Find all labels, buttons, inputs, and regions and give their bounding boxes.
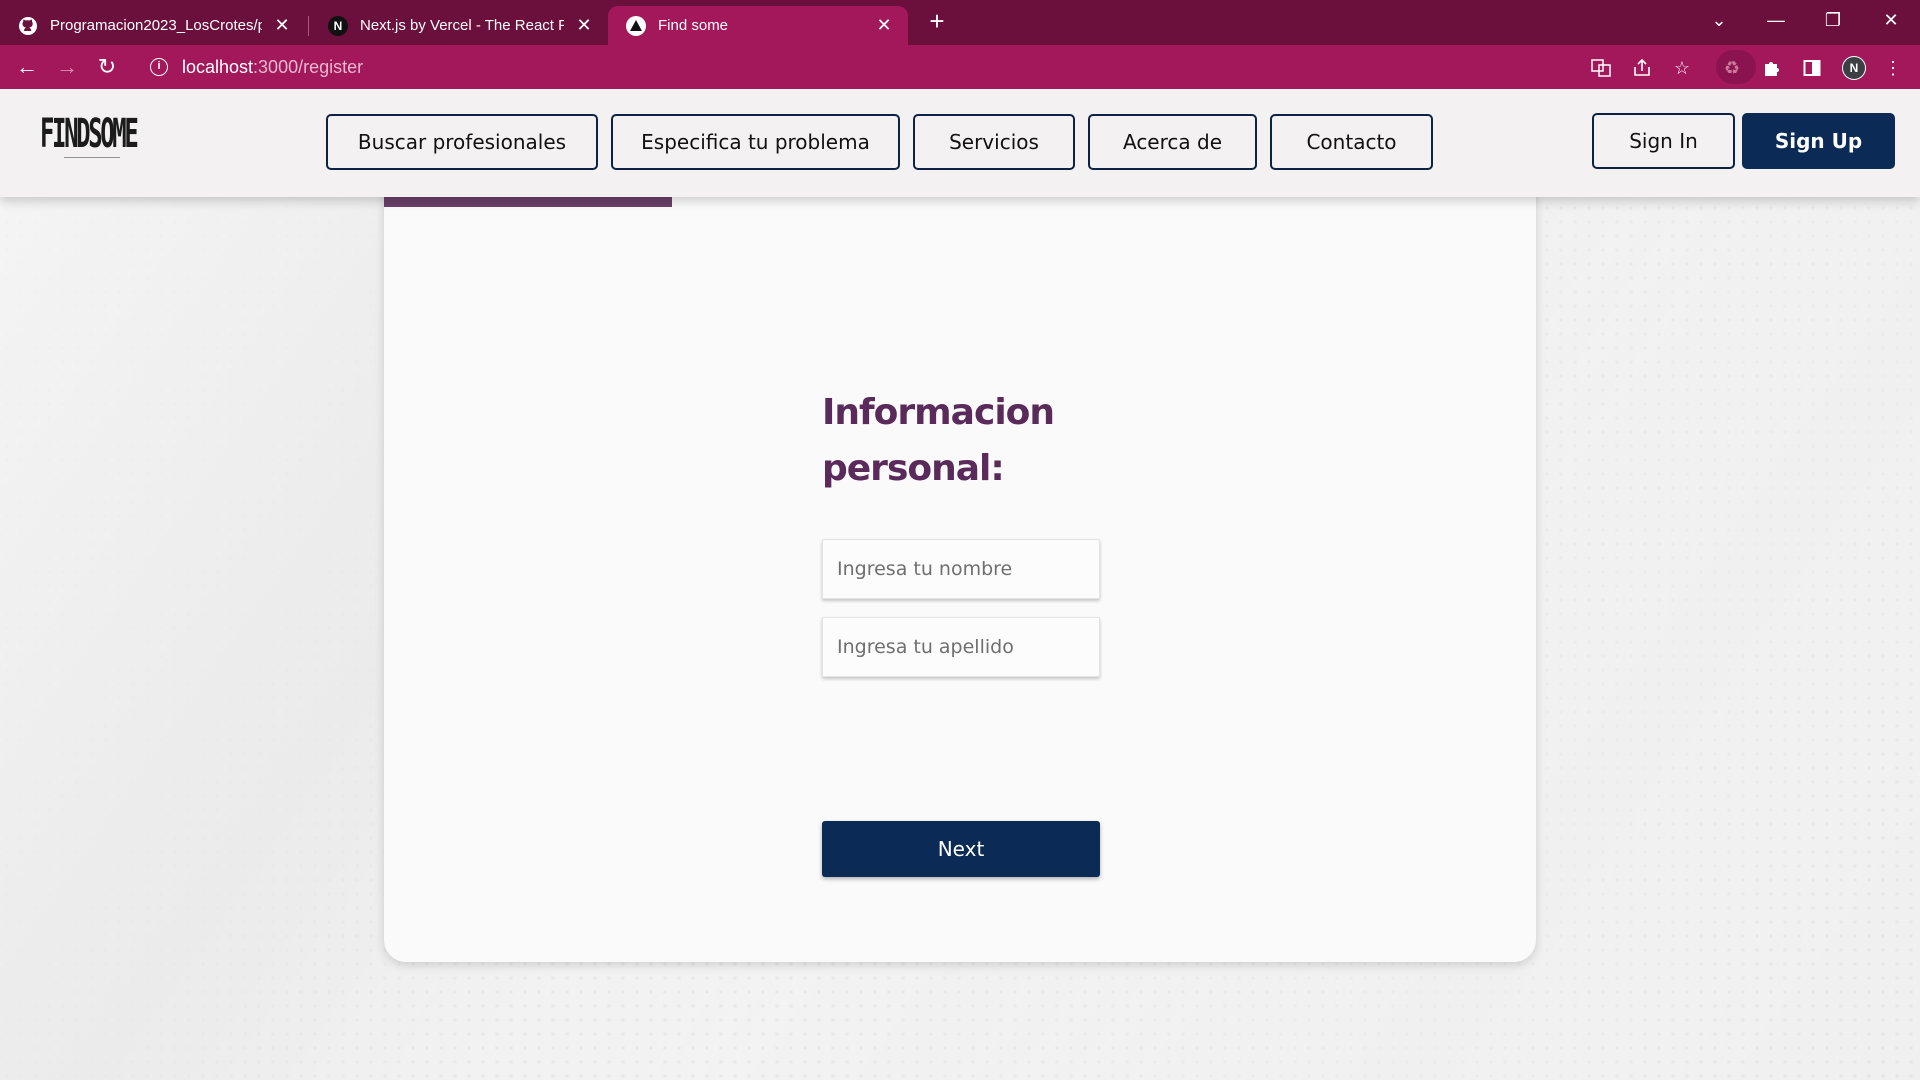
- browser-toolbar: ← → ↻ i localhost:3000/register ☆ ♻ N ⋮: [0, 45, 1920, 89]
- tab-title: Programacion2023_LosCrotes/pr: [50, 17, 262, 34]
- tab-search-icon[interactable]: ⌄: [1694, 0, 1744, 40]
- next-button[interactable]: Next: [822, 821, 1100, 877]
- share-icon[interactable]: [1629, 55, 1655, 81]
- minimize-icon[interactable]: —: [1751, 0, 1801, 40]
- github-icon: [18, 16, 38, 36]
- sign-in-button[interactable]: Sign In: [1592, 113, 1735, 169]
- more-menu-icon[interactable]: ⋮: [1880, 55, 1906, 81]
- browser-tab-findsome[interactable]: Find some ✕: [608, 6, 908, 45]
- tab-separator: [308, 16, 309, 36]
- restore-icon[interactable]: ❐: [1808, 0, 1858, 40]
- reload-icon[interactable]: ↻: [93, 53, 121, 81]
- translate-icon[interactable]: [1588, 55, 1614, 81]
- last-name-input[interactable]: [822, 617, 1100, 677]
- new-tab-button[interactable]: +: [922, 6, 952, 36]
- tab-title: Find some: [658, 17, 729, 34]
- site-info-icon[interactable]: i: [150, 58, 168, 76]
- url-path: :3000/register: [253, 56, 364, 77]
- profile-avatar[interactable]: N: [1842, 56, 1866, 80]
- site-header: FINDSOME Buscar profesionales Especifica…: [0, 89, 1920, 197]
- window-close-icon[interactable]: ✕: [1866, 0, 1916, 40]
- close-icon[interactable]: ✕: [574, 15, 594, 36]
- page-viewport: FINDSOME Buscar profesionales Especifica…: [0, 89, 1920, 1080]
- triangle-icon: [626, 15, 646, 36]
- nav-acerca-de[interactable]: Acerca de: [1088, 114, 1257, 170]
- extensions-puzzle-icon[interactable]: [1759, 55, 1785, 81]
- logo-wordmark: FINDSOME: [40, 111, 139, 157]
- side-panel-icon[interactable]: [1799, 55, 1825, 81]
- forward-arrow-icon[interactable]: →: [53, 53, 81, 81]
- browser-tab-nextjs[interactable]: N Next.js by Vercel - The React Fran ✕: [310, 6, 608, 45]
- close-icon[interactable]: ✕: [874, 15, 894, 36]
- nav-contacto[interactable]: Contacto: [1270, 114, 1433, 170]
- findsome-logo[interactable]: FINDSOME: [40, 111, 144, 173]
- nav-especifica-problema[interactable]: Especifica tu problema: [611, 114, 900, 170]
- form-title: Informacion personal:: [822, 392, 1055, 489]
- close-icon[interactable]: ✕: [272, 15, 292, 36]
- address-bar[interactable]: i localhost:3000/register: [138, 50, 1708, 84]
- logo-tagline-mark: [64, 157, 120, 163]
- back-arrow-icon[interactable]: ←: [13, 53, 41, 81]
- tab-title: Next.js by Vercel - The React Fran: [360, 17, 564, 34]
- nav-buscar-profesionales[interactable]: Buscar profesionales: [326, 114, 598, 170]
- nav-servicios[interactable]: Servicios: [913, 114, 1075, 170]
- nextjs-icon: N: [328, 15, 348, 36]
- first-name-input[interactable]: [822, 539, 1100, 599]
- sign-up-button[interactable]: Sign Up: [1742, 113, 1895, 169]
- step-progress-bar: [384, 197, 672, 207]
- url-host: localhost: [182, 56, 254, 77]
- bookmark-star-icon[interactable]: ☆: [1669, 55, 1695, 81]
- recycle-icon[interactable]: ♻: [1719, 55, 1745, 81]
- browser-tab-strip: Programacion2023_LosCrotes/pr ✕ N Next.j…: [0, 0, 1920, 45]
- browser-tab-github[interactable]: Programacion2023_LosCrotes/pr ✕: [0, 6, 306, 45]
